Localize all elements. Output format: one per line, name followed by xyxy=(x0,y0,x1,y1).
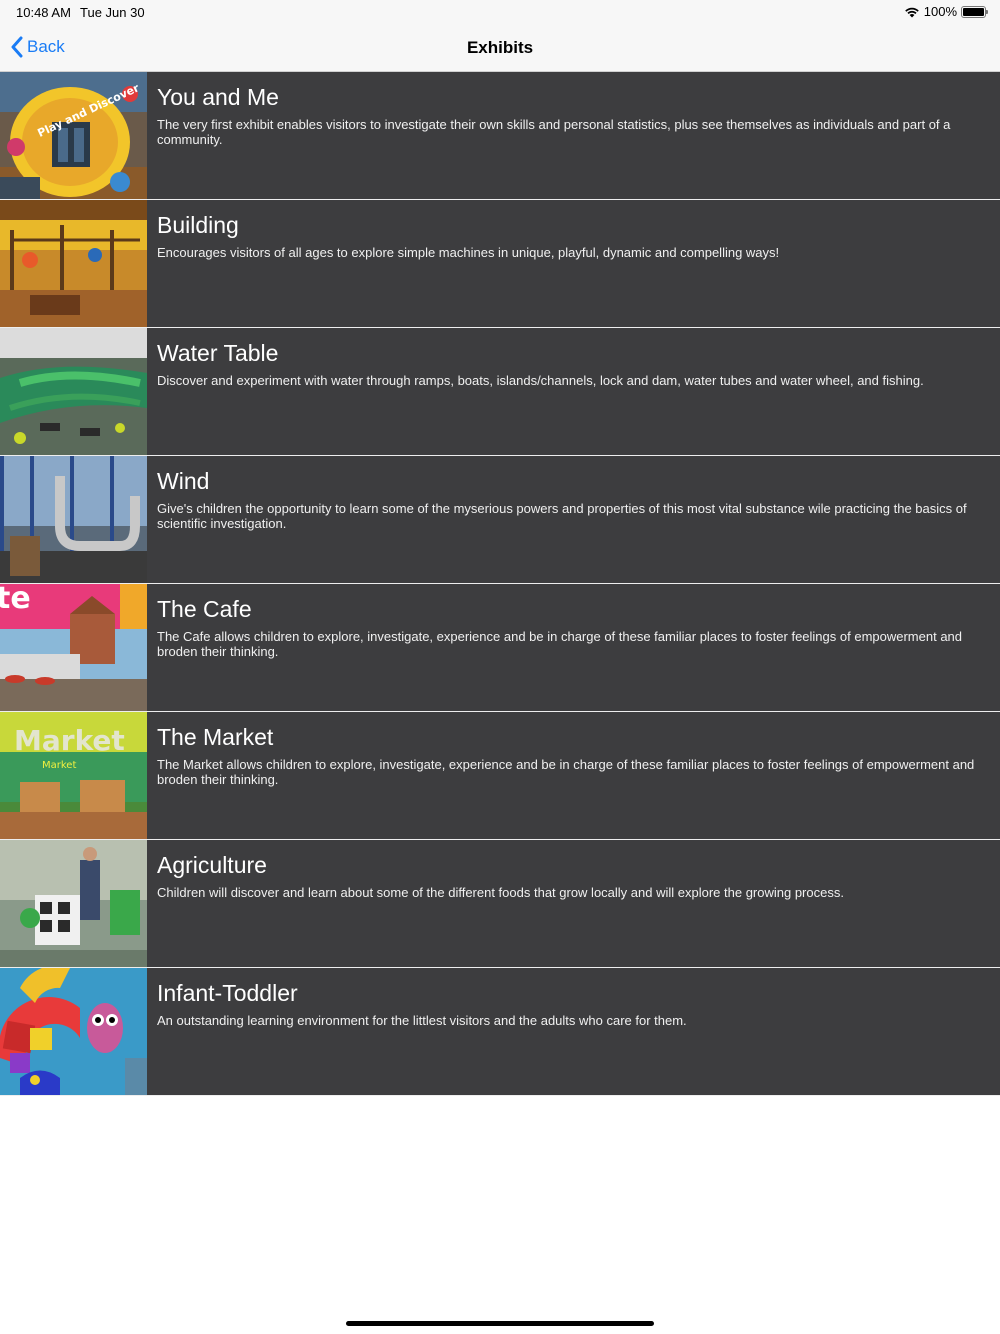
exhibit-row-you-and-me[interactable]: Play and Discover You and Me The very fi… xyxy=(0,72,1000,200)
home-indicator[interactable] xyxy=(346,1321,654,1326)
page-title: Exhibits xyxy=(466,38,534,57)
exhibit-row-wind[interactable]: Wind Give's children the opportunity to … xyxy=(0,456,1000,584)
thumb-market-text: Market xyxy=(14,724,125,757)
exhibit-list: Play and Discover You and Me The very fi… xyxy=(0,72,1000,1096)
exhibit-title: Water Table xyxy=(157,340,279,366)
exhibit-description: The Market allows children to explore, i… xyxy=(157,757,975,787)
exhibit-title: Building xyxy=(157,212,239,238)
exhibit-title: Wind xyxy=(157,468,210,494)
exhibit-description: Children will discover and learn about s… xyxy=(157,885,844,900)
exhibit-description: Give's children the opportunity to learn… xyxy=(157,501,967,531)
exhibit-row-the-cafe[interactable]: te The Cafe The Cafe allows children to … xyxy=(0,584,1000,712)
exhibit-description: Discover and experiment with water throu… xyxy=(157,373,924,388)
exhibit-title: You and Me xyxy=(157,84,279,110)
status-date: Tue Jun 30 xyxy=(80,5,145,20)
thumb-market-sub-text: Market xyxy=(42,760,76,771)
thumb-cafe-text: te xyxy=(0,584,31,616)
exhibit-thumbnail-you-and-me: Play and Discover xyxy=(0,72,147,199)
exhibit-title: Agriculture xyxy=(157,852,267,878)
exhibit-description: The Cafe allows children to explore, inv… xyxy=(157,629,963,659)
wifi-icon xyxy=(904,7,919,17)
exhibit-thumbnail-infant-toddler xyxy=(0,968,147,1095)
exhibit-description: The very first exhibit enables visitors … xyxy=(157,117,951,147)
exhibit-title: The Cafe xyxy=(157,596,252,622)
status-indicators: 100% xyxy=(904,4,988,19)
battery-icon xyxy=(961,5,988,18)
battery-percent: 100% xyxy=(923,4,957,19)
exhibit-thumbnail-wind xyxy=(0,456,147,583)
exhibit-thumbnail-agriculture xyxy=(0,840,147,967)
navigation-bar: Back Exhibits xyxy=(0,24,1000,72)
status-bar: 10:48 AM Tue Jun 30 100% xyxy=(0,0,1000,24)
exhibit-thumbnail-water-table xyxy=(0,328,147,455)
exhibit-thumbnail-building xyxy=(0,200,147,327)
exhibit-thumbnail-the-cafe: te xyxy=(0,584,147,711)
exhibit-thumbnail-the-market: Market Market xyxy=(0,712,147,839)
exhibit-description: Encourages visitors of all ages to explo… xyxy=(157,245,780,260)
status-time: 10:48 AM xyxy=(16,5,71,20)
exhibit-row-infant-toddler[interactable]: Infant-Toddler An outstanding learning e… xyxy=(0,968,1000,1096)
exhibit-title: Infant-Toddler xyxy=(157,980,298,1006)
exhibit-row-building[interactable]: Building Encourages visitors of all ages… xyxy=(0,200,1000,328)
exhibit-row-the-market[interactable]: Market Market The Market The Market allo… xyxy=(0,712,1000,840)
exhibit-title: The Market xyxy=(157,724,274,750)
exhibit-row-agriculture[interactable]: Agriculture Children will discover and l… xyxy=(0,840,1000,968)
exhibit-description: An outstanding learning environment for … xyxy=(157,1013,687,1028)
exhibit-row-water-table[interactable]: Water Table Discover and experiment with… xyxy=(0,328,1000,456)
